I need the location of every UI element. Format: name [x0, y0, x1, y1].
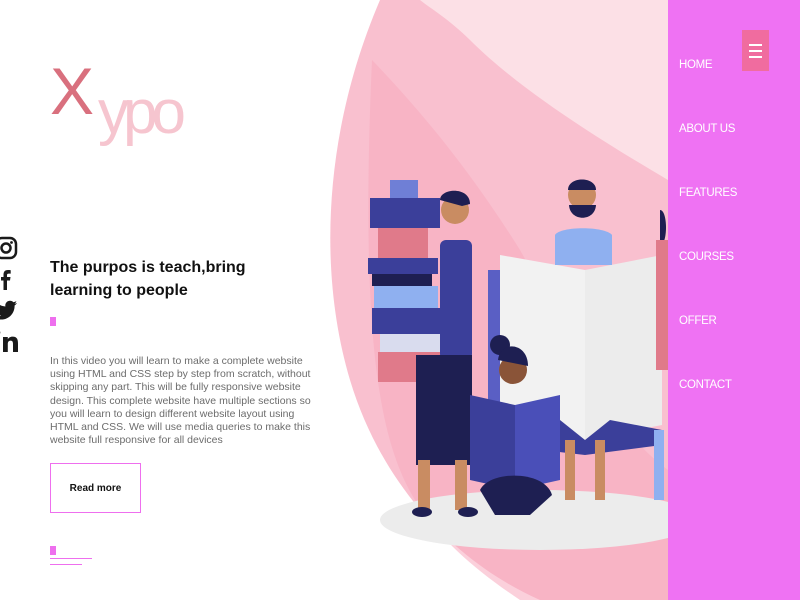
nav-item-courses[interactable]: COURSES	[679, 251, 734, 263]
logo-letter-x: X	[50, 54, 94, 128]
nav-item-contact[interactable]: CONTACT	[679, 379, 732, 391]
accent-square-bottom	[50, 546, 56, 555]
hamburger-icon[interactable]	[742, 30, 769, 71]
side-navigation	[668, 0, 800, 600]
nav-item-about-us[interactable]: ABOUT US	[679, 123, 735, 135]
facebook-icon[interactable]	[0, 267, 18, 291]
nav-item-offer[interactable]: OFFER	[679, 315, 717, 327]
landing-page: X ypo The purpos is teach,bring learning…	[0, 0, 800, 600]
twitter-icon[interactable]	[0, 298, 18, 322]
decorative-lines	[50, 558, 92, 570]
nav-item-home[interactable]: HOME	[679, 59, 713, 71]
hero-headline: The purpos is teach,bring learning to pe…	[50, 259, 246, 299]
read-more-button[interactable]: Read more	[50, 463, 141, 513]
nav-item-features[interactable]: FEATURES	[679, 187, 737, 199]
accent-square	[50, 317, 56, 326]
social-links	[0, 236, 18, 360]
logo-text-ypo: ypo	[98, 78, 186, 147]
instagram-icon[interactable]	[0, 236, 18, 260]
brand-logo[interactable]: X ypo	[50, 58, 190, 168]
linkedin-icon[interactable]	[0, 329, 18, 353]
hero-description: In this video you will learn to make a c…	[50, 355, 311, 447]
